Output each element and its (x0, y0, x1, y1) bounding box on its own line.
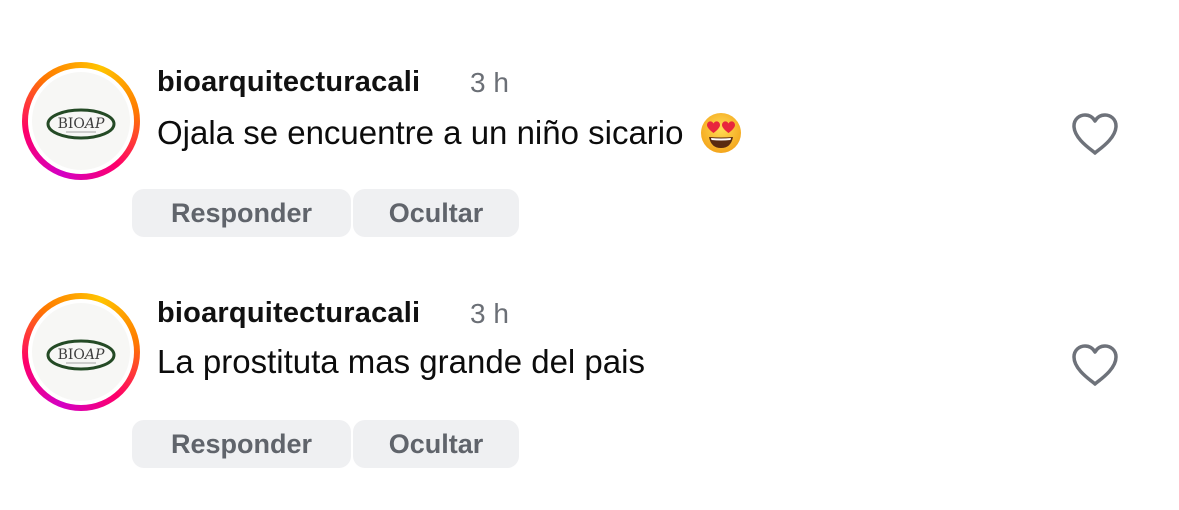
heart-outline-icon (1072, 344, 1118, 386)
reply-button[interactable]: Responder (132, 189, 351, 237)
comment-text: Ojala se encuentre a un niño sicario (157, 114, 684, 151)
comment-text: La prostituta mas grande del pais (157, 343, 645, 380)
comment-item: BIOAP bioarquitecturacali 3 h La prostit… (0, 231, 1179, 468)
heart-outline-icon (1072, 113, 1118, 155)
reply-button[interactable]: Responder (132, 420, 351, 468)
comment-text-row: La prostituta mas grande del pais (157, 343, 645, 381)
comment-username[interactable]: bioarquitecturacali (157, 66, 420, 99)
bioap-logo: BIOAP (32, 72, 130, 170)
comment-username[interactable]: bioarquitecturacali (157, 297, 420, 330)
like-button[interactable] (1070, 342, 1120, 388)
like-button[interactable] (1070, 111, 1120, 157)
svg-text:BIOAP: BIOAP (58, 347, 105, 363)
comment-item: BIOAP bioarquitecturacali 3 h Ojala se e… (0, 0, 1179, 237)
heart-eyes-emoji-icon (700, 112, 742, 154)
comment-timestamp: 3 h (470, 298, 509, 329)
comment-text-row: Ojala se encuentre a un niño sicario (157, 112, 742, 154)
avatar[interactable]: BIOAP (22, 62, 140, 180)
bioap-logo: BIOAP (32, 303, 130, 401)
comment-timestamp: 3 h (470, 67, 509, 98)
hide-button[interactable]: Ocultar (353, 189, 519, 237)
hide-button[interactable]: Ocultar (353, 420, 519, 468)
avatar[interactable]: BIOAP (22, 293, 140, 411)
svg-text:BIOAP: BIOAP (58, 116, 105, 132)
